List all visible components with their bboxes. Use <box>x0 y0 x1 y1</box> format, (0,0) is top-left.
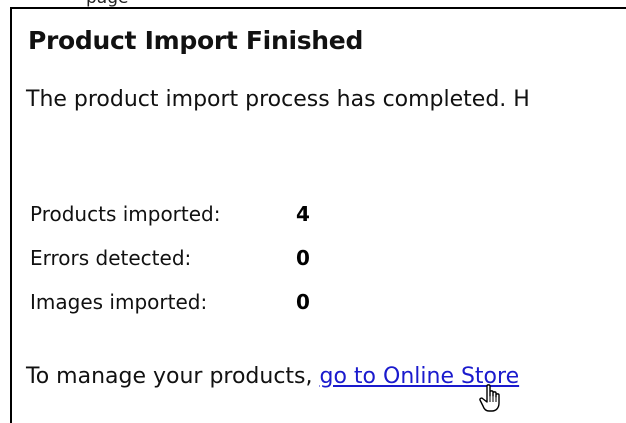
stat-value: 0 <box>296 290 310 314</box>
stat-row-products: Products imported: 4 <box>30 192 310 236</box>
stat-row-errors: Errors detected: 0 <box>30 236 310 280</box>
intro-text: The product import process has completed… <box>26 87 530 112</box>
hand-pointer-icon <box>479 384 500 412</box>
stat-row-images: Images imported: 0 <box>30 280 310 324</box>
stat-value: 4 <box>296 202 310 226</box>
stat-label: Errors detected: <box>30 246 192 270</box>
manage-prefix: To manage your products, <box>26 364 320 389</box>
import-result-panel: Product Import Finished The product impo… <box>10 7 626 423</box>
stat-label: Images imported: <box>30 290 208 314</box>
stat-label: Products imported: <box>30 202 221 226</box>
manage-products-text: To manage your products, go to Online St… <box>26 364 519 389</box>
stat-value: 0 <box>296 246 310 270</box>
page-title: Product Import Finished <box>28 26 364 55</box>
import-stats: Products imported: 4 Errors detected: 0 … <box>30 192 310 324</box>
